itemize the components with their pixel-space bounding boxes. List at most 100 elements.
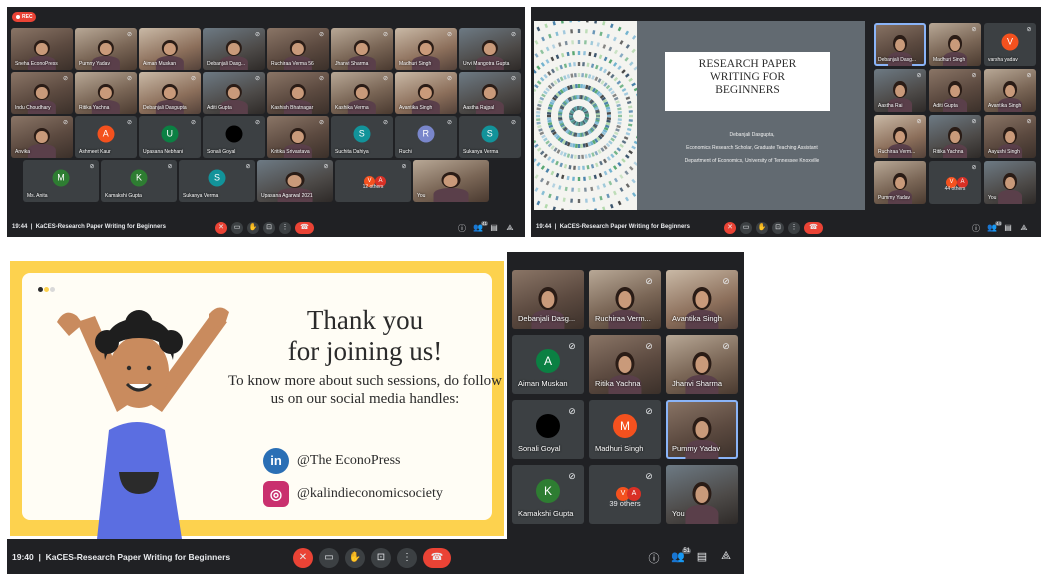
present-button[interactable]: ⊡ <box>263 222 275 234</box>
chat-button[interactable]: ▤ <box>1003 223 1013 232</box>
present-button[interactable]: ⊡ <box>772 222 784 234</box>
meeting-title: KaCES-Research Paper Writing for Beginne… <box>45 552 231 562</box>
raise-hand-button[interactable]: ✋ <box>756 222 768 234</box>
slide-title-line: WRITING FOR <box>709 71 786 83</box>
raise-hand-button[interactable]: ✋ <box>247 222 259 234</box>
mic-toggle-button[interactable]: ✕ <box>293 548 313 568</box>
participant-tile[interactable]: S Sukanya Verma ⊘ <box>179 160 255 202</box>
people-button[interactable]: 👥 41 <box>473 221 488 232</box>
participant-tile[interactable]: U Upasana Nebhani ⊘ <box>139 116 201 158</box>
dot-icon <box>38 287 43 292</box>
participant-tile[interactable]: Debanjali Dasg... ⊘ <box>203 28 265 70</box>
meeting-time: 19:40 <box>12 552 34 562</box>
mic-muted-icon: ⊘ <box>318 32 325 38</box>
activities-button[interactable]: ⟁ <box>505 223 515 233</box>
participant-tile[interactable]: Avantika Singh ⊘ <box>395 72 457 114</box>
camera-toggle-button[interactable]: ▭ <box>319 548 339 568</box>
participant-tile[interactable]: Jhanvi Sharma ⊘ <box>666 335 738 394</box>
participant-tile[interactable]: A Aiman Muskan ⊘ <box>512 335 584 394</box>
participant-tile[interactable]: Debanjali Dasg... <box>874 23 926 66</box>
participant-tile[interactable]: Ritika Yachna ⊘ <box>929 115 981 158</box>
participant-tile[interactable]: Debanjali Dasgupta ⊘ <box>139 72 201 114</box>
mic-toggle-button[interactable]: ✕ <box>215 222 227 234</box>
participant-tile[interactable]: You <box>666 465 738 524</box>
participant-tile[interactable]: Ruchiraa Verm... ⊘ <box>874 115 926 158</box>
chat-button[interactable]: ▤ <box>489 223 499 232</box>
participant-tile[interactable]: Kashika Verma ⊘ <box>331 72 393 114</box>
participant-tile[interactable]: Jhanvi Sharma ⊘ <box>331 28 393 70</box>
others-tile[interactable]: V A 12 others ⊘ <box>335 160 411 202</box>
participant-tile[interactable]: A Ashmeet Kaur ⊘ <box>75 116 137 158</box>
participant-tile[interactable]: Vvarsha yadav ⊘ <box>984 23 1036 66</box>
participant-tile[interactable]: K Kamakshi Gupta ⊘ <box>512 465 584 524</box>
more-options-button[interactable]: ⋮ <box>788 222 800 234</box>
participant-tile[interactable]: Upasana Agarwal 2021 ⊘ <box>257 160 333 202</box>
others-tile[interactable]: V A 39 others ⊘ <box>589 465 661 524</box>
raise-hand-button[interactable]: ✋ <box>345 548 365 568</box>
people-button[interactable]: 👥 51 <box>671 548 691 563</box>
participant-tile[interactable]: Pummy Yadav <box>874 161 926 204</box>
participant-tile[interactable]: Avantika Singh ⊘ <box>984 69 1036 112</box>
info-icon: ⓘ <box>972 224 980 233</box>
participant-tile[interactable]: Aastha Rai ⊘ <box>874 69 926 112</box>
participant-tile[interactable]: Sonali Goyal ⊘ <box>512 400 584 459</box>
participant-name: Madhuri Singh <box>595 444 644 453</box>
mic-muted-icon: ⊘ <box>126 32 133 38</box>
avatar: K <box>536 478 560 503</box>
participant-tile[interactable]: Aiman Muskan <box>139 28 201 70</box>
participant-tile[interactable]: R Ruchi ⊘ <box>395 116 457 158</box>
participant-tile[interactable]: S Sukanya Verma ⊘ <box>459 116 521 158</box>
participant-tile[interactable]: Kashish Bhatnagar ⊘ <box>267 72 329 114</box>
participant-tile[interactable]: S Suchita Dahiya ⊘ <box>331 116 393 158</box>
more-options-button[interactable]: ⋮ <box>279 222 291 234</box>
participant-tile[interactable]: Madhuri Singh ⊘ <box>395 28 457 70</box>
participant-tile[interactable]: Sneha EconoPress <box>11 28 73 70</box>
activities-button[interactable]: ⟁ <box>1019 223 1029 233</box>
camera-toggle-button[interactable]: ▭ <box>231 222 243 234</box>
leave-call-button[interactable]: ☎ <box>423 548 451 568</box>
meeting-details-button[interactable]: ⓘ <box>971 223 981 234</box>
participant-tile[interactable]: Ritika Yachna ⊘ <box>75 72 137 114</box>
camera-toggle-button[interactable]: ▭ <box>740 222 752 234</box>
participant-tile[interactable]: M Madhuri Singh ⊘ <box>589 400 661 459</box>
participant-tile[interactable]: Sonali Goyal ⊘ <box>203 116 265 158</box>
participant-tile[interactable]: Ritika Yachna ⊘ <box>589 335 661 394</box>
participant-tile[interactable]: K Kamakshi Gupta ⊘ <box>101 160 177 202</box>
participant-tile[interactable]: Anvika ⊘ <box>11 116 73 158</box>
participant-tile[interactable]: Madhuri Singh ⊘ <box>929 23 981 66</box>
participant-name: Kashika Verma <box>335 104 369 111</box>
participant-tile[interactable]: Kritika Srivastava ⊘ <box>267 116 329 158</box>
participant-tile[interactable]: Debanjali Dasg... <box>512 270 584 329</box>
participant-tile[interactable]: You <box>984 161 1036 204</box>
participant-tile[interactable]: Pummy Yadav <box>666 400 738 459</box>
present-button[interactable]: ⊡ <box>371 548 391 568</box>
participant-tile[interactable]: Purnny Yadav ⊘ <box>75 28 137 70</box>
info-icon: ⓘ <box>458 224 466 233</box>
meeting-title: KaCES-Research Paper Writing for Beginne… <box>559 224 690 230</box>
follow-us-text: To know more about such sessions, do fol… <box>228 373 502 407</box>
participant-tile[interactable]: You <box>413 160 489 202</box>
leave-call-button[interactable]: ☎ <box>804 222 823 234</box>
participant-tile[interactable]: Aditi Gupta ⊘ <box>929 69 981 112</box>
participant-name: Aditi Gupta <box>207 104 232 111</box>
participant-tile[interactable]: Aastha Rajpal ⊘ <box>459 72 521 114</box>
participant-tile[interactable]: Ruchiraa Verma 56 ⊘ <box>267 28 329 70</box>
meeting-details-button[interactable]: ⓘ <box>457 223 467 234</box>
participant-tile[interactable]: M Ms. Anita ⊘ <box>23 160 99 202</box>
chat-button[interactable]: ▤ <box>695 550 709 563</box>
participant-tile[interactable]: Indu Choudhary ⊘ <box>11 72 73 114</box>
people-button[interactable]: 👥 44 <box>987 221 1002 232</box>
participant-tile[interactable]: Aditi Gupta ⊘ <box>203 72 265 114</box>
participant-tile[interactable]: Avantika Singh ⊘ <box>666 270 738 329</box>
others-tile[interactable]: V A 44 others ⊘ <box>929 161 981 204</box>
participant-tile[interactable]: Urvi Mangotra Gupta ⊘ <box>459 28 521 70</box>
leave-call-button[interactable]: ☎ <box>295 222 314 234</box>
mic-toggle-button[interactable]: ✕ <box>724 222 736 234</box>
more-options-button[interactable]: ⋮ <box>397 548 417 568</box>
meeting-details-button[interactable]: ⓘ <box>647 550 661 566</box>
participant-name: Madhuri Singh <box>933 57 966 63</box>
participant-tile[interactable]: Aayushi Singh ⊘ <box>984 115 1036 158</box>
participant-tile[interactable]: Ruchiraa Verm... ⊘ <box>589 270 661 329</box>
activities-button[interactable]: ⟁ <box>719 550 733 563</box>
activities-icon: ⟁ <box>1020 223 1028 232</box>
